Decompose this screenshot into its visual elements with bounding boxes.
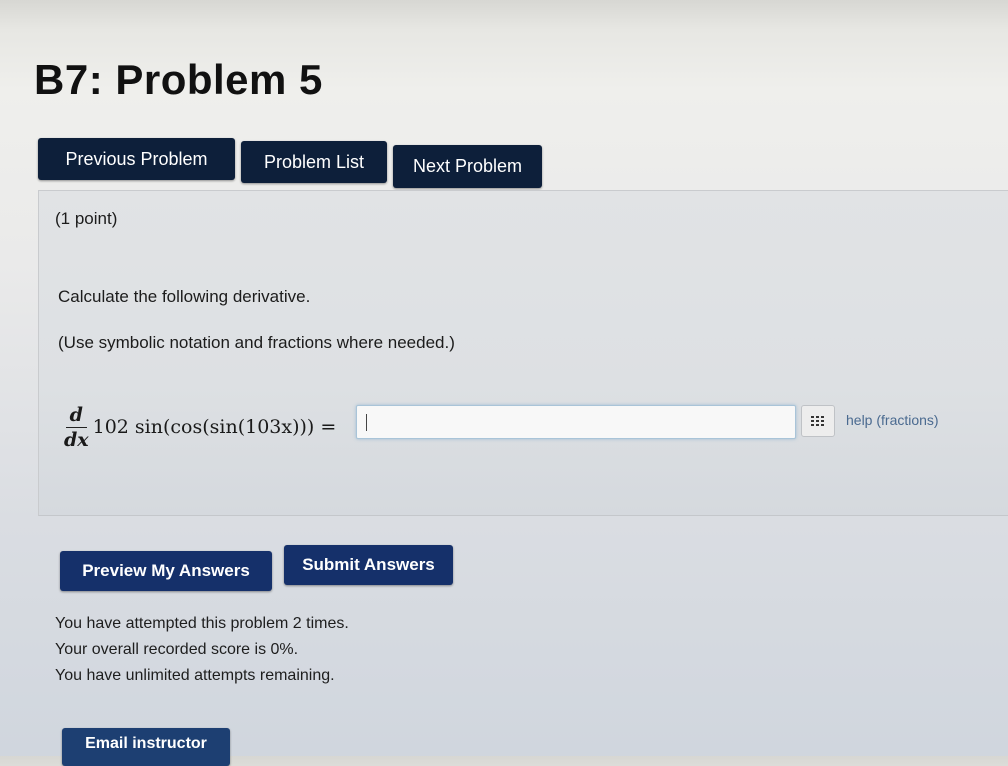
derivative-operator: d dx — [64, 404, 89, 451]
page-title: B7: Problem 5 — [34, 56, 323, 103]
expression-text: 102 sin(cos(sin(103x))) = — [92, 416, 337, 438]
next-problem-button[interactable]: Next Problem — [393, 145, 542, 188]
attempt-status: You have attempted this problem 2 times.… — [55, 611, 349, 689]
equation-palette-button[interactable] — [801, 405, 835, 437]
submit-answers-button[interactable]: Submit Answers — [284, 545, 453, 585]
preview-answers-button[interactable]: Preview My Answers — [60, 551, 272, 591]
problem-container: (1 point) Calculate the following deriva… — [38, 190, 1008, 516]
text-cursor — [366, 414, 367, 431]
previous-problem-button[interactable]: Previous Problem — [38, 138, 235, 180]
grid-icon — [811, 416, 824, 426]
problem-instruction: Calculate the following derivative. — [58, 287, 311, 306]
answer-input[interactable] — [356, 405, 796, 439]
help-fractions-link[interactable]: help (fractions) — [846, 412, 939, 428]
recorded-score-text: Your overall recorded score is 0%. — [55, 641, 299, 658]
remaining-attempts-text: You have unlimited attempts remaining. — [55, 667, 335, 684]
problem-list-button[interactable]: Problem List — [241, 141, 387, 183]
derivative-expression: d dx 102 sin(cos(sin(103x))) = — [64, 399, 336, 455]
problem-hint: (Use symbolic notation and fractions whe… — [58, 333, 455, 352]
attempts-count-text: You have attempted this problem 2 times. — [55, 615, 349, 632]
derivative-numerator: d — [65, 404, 87, 428]
problem-page: B7: Problem 5 Previous Problem Problem L… — [0, 0, 1008, 766]
derivative-denominator: dx — [64, 428, 89, 451]
points-label: (1 point) — [55, 209, 118, 228]
email-instructor-button[interactable]: Email instructor — [62, 728, 230, 766]
